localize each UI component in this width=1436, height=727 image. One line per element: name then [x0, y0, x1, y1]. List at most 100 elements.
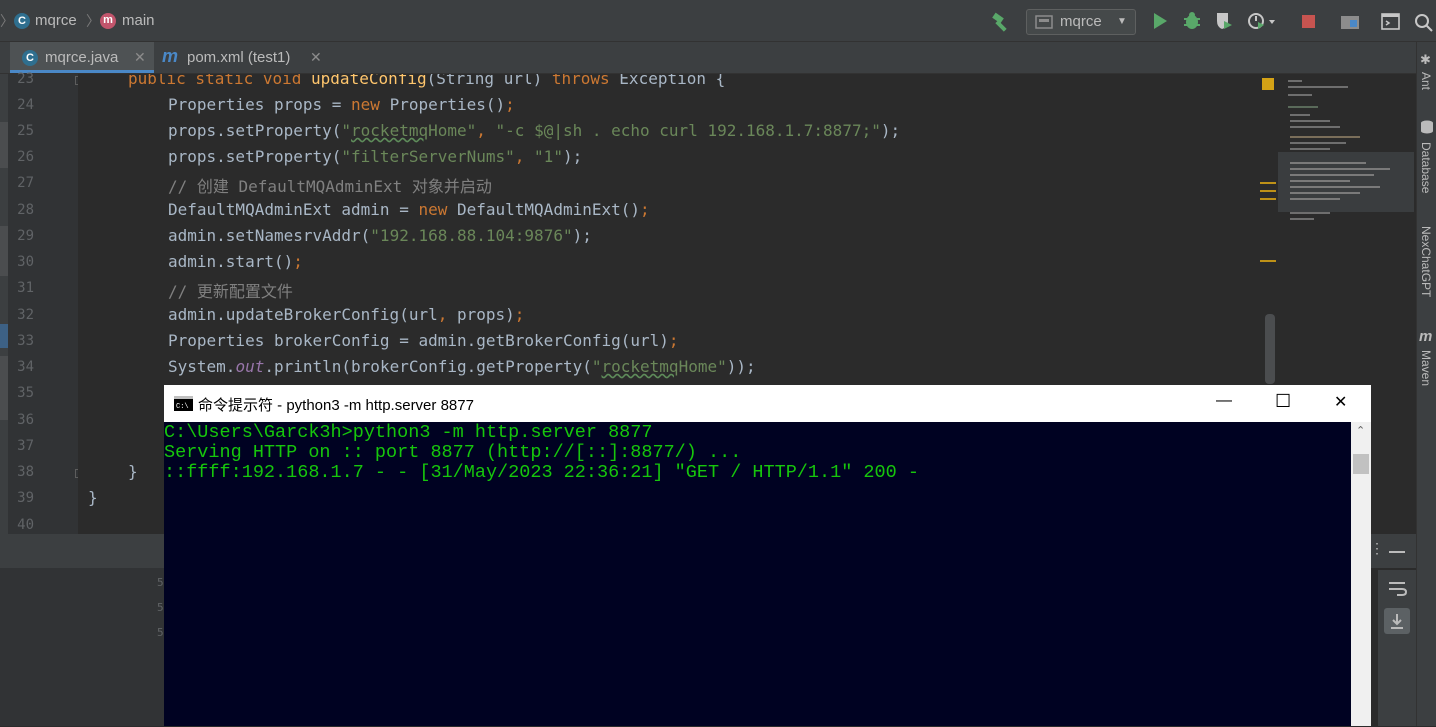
run-icon[interactable] [1152, 12, 1168, 30]
gutter-digit: 5 [157, 626, 164, 639]
navigation-bar: 〉 C mqrce 〉 m main mqrce ▼ [0, 0, 1436, 42]
code-line-34: System.out.println(brokerConfig.getPrope… [168, 357, 756, 376]
close-button[interactable]: ✕ [1334, 392, 1347, 412]
code-line-24: Properties props = new Properties(); [168, 95, 515, 114]
code-line-39: } [88, 488, 98, 507]
cmd-scrollbar-thumb[interactable] [1353, 454, 1369, 474]
debug-icon[interactable] [1182, 11, 1202, 31]
line-number: 37 [17, 438, 34, 454]
line-number: 33 [17, 333, 34, 349]
soft-wrap-icon[interactable] [1388, 580, 1408, 596]
tab-mqrce-java[interactable]: C mqrce.java ✕ [10, 42, 154, 73]
database-icon [1421, 120, 1433, 134]
breadcrumb-separator: 〉 [86, 13, 100, 29]
run-config-label: mqrce [1060, 13, 1102, 30]
gutter-digit: 5 [157, 601, 164, 614]
code-line-23: public static void updateConfig(String u… [128, 74, 726, 88]
line-number: 39 [17, 490, 34, 506]
line-numbers: 23 24 25 26 27 28 29 30 31 32 33 34 35 3… [0, 71, 78, 534]
ant-icon: ✱ [1420, 52, 1431, 67]
cmd-title-bar[interactable]: C:\ 命令提示符 - python3 -m http.server 8877 … [164, 385, 1371, 422]
maven-icon: m [1419, 328, 1433, 345]
tab-label: pom.xml (test1) [187, 49, 291, 66]
svg-text:C:\: C:\ [176, 403, 189, 411]
line-number: 36 [17, 412, 34, 428]
warning-status-icon[interactable] [1262, 78, 1274, 90]
line-number: 29 [17, 228, 34, 244]
cmd-console-output[interactable]: C:\Users\Garck3h>python3 -m http.server … [164, 422, 1351, 726]
console-line: Serving HTTP on :: port 8877 (http://[::… [164, 442, 742, 463]
maximize-button[interactable]: ☐ [1275, 391, 1291, 412]
minimize-button[interactable]: — [1216, 392, 1232, 410]
console-line: C:\Users\Garck3h>python3 -m http.server … [164, 422, 653, 443]
module-icon: C [14, 13, 30, 29]
warning-marker[interactable] [1260, 182, 1276, 184]
right-tool-window-bar: ✱ Ant Database NexChatGPT m Maven [1416, 42, 1436, 726]
terminal-icon[interactable] [1381, 13, 1401, 31]
database-tool-button[interactable]: Database [1419, 142, 1433, 193]
tab-pom-xml[interactable]: m pom.xml (test1) ✕ [158, 42, 326, 73]
minimize-icon[interactable] [1389, 551, 1405, 553]
line-number: 38 [17, 464, 34, 480]
code-line-31: // 更新配置文件 [168, 282, 293, 301]
java-class-icon: C [22, 50, 38, 66]
cmd-scrollbar[interactable]: ⌃ [1351, 422, 1371, 726]
run-config-icon [1035, 15, 1053, 29]
chevron-down-icon: ▼ [1117, 16, 1127, 27]
close-icon[interactable]: ✕ [310, 42, 322, 73]
line-number: 25 [17, 123, 34, 139]
maven-icon: m [162, 46, 179, 66]
line-number: 40 [17, 517, 34, 533]
branch-icon: m [100, 13, 116, 29]
line-number: 32 [17, 307, 34, 323]
scroll-up-icon[interactable]: ⌃ [1356, 424, 1365, 437]
line-number: 27 [17, 175, 34, 191]
warning-marker[interactable] [1260, 190, 1276, 192]
line-number: 23 [17, 71, 34, 87]
run-gutter: 5 5 5 [0, 568, 178, 726]
profile-icon[interactable] [1247, 11, 1277, 31]
warning-marker[interactable] [1260, 198, 1276, 200]
cmd-app-icon: C:\ [174, 396, 193, 411]
breadcrumb-project[interactable]: mqrce [35, 11, 77, 31]
run-side-toolbar [1378, 570, 1416, 726]
code-line-26: props.setProperty("filterServerNums", "1… [168, 147, 583, 166]
code-line-27: // 创建 DefaultMQAdminExt 对象并启动 [168, 177, 492, 196]
warning-marker[interactable] [1260, 260, 1276, 262]
line-number: 28 [17, 202, 34, 218]
cmd-window-title: 命令提示符 - python3 -m http.server 8877 [198, 397, 474, 414]
breadcrumb-separator: 〉 [0, 13, 14, 29]
close-icon[interactable]: ✕ [134, 42, 146, 73]
breadcrumb-branch[interactable]: main [122, 11, 155, 31]
scroll-to-end-icon [1391, 614, 1403, 629]
command-prompt-window[interactable]: C:\ 命令提示符 - python3 -m http.server 8877 … [164, 385, 1371, 726]
editor-tab-bar: C mqrce.java ✕ m pom.xml (test1) ✕ [0, 42, 1416, 74]
line-number: 24 [17, 97, 34, 113]
code-line-29: admin.setNamesrvAddr("192.168.88.104:987… [168, 226, 592, 245]
line-number: 34 [17, 359, 34, 375]
maven-tool-button[interactable]: Maven [1419, 350, 1433, 386]
coverage-icon[interactable] [1214, 11, 1234, 31]
code-line-32: admin.updateBrokerConfig(url, props); [168, 305, 525, 324]
code-line-33: Properties brokerConfig = admin.getBroke… [168, 331, 679, 350]
line-number: 30 [17, 254, 34, 270]
scroll-to-end-button[interactable] [1384, 608, 1410, 634]
gutter-digit: 5 [157, 576, 164, 589]
build-hammer-icon[interactable] [990, 12, 1012, 32]
line-number: 35 [17, 385, 34, 401]
search-icon[interactable] [1414, 13, 1434, 33]
minimap-viewport[interactable] [1278, 152, 1414, 212]
line-number: 31 [17, 280, 34, 296]
ant-tool-button[interactable]: Ant [1419, 72, 1433, 90]
console-line: ::ffff:192.168.1.7 - - [31/May/2023 22:3… [164, 462, 919, 483]
editor-scrollbar-thumb[interactable] [1265, 314, 1275, 384]
stop-icon[interactable] [1301, 14, 1317, 30]
code-line-25: props.setProperty("rocketmqHome", "-c $@… [168, 121, 901, 140]
nexchatgpt-tool-button[interactable]: NexChatGPT [1419, 226, 1433, 297]
code-line-30: admin.start(); [168, 252, 303, 271]
code-line-38: } [128, 462, 138, 481]
tab-label: mqrce.java [45, 49, 119, 66]
project-structure-icon[interactable] [1340, 13, 1362, 31]
more-options-icon[interactable]: ⋮ [1370, 540, 1384, 557]
run-configuration-select[interactable]: mqrce ▼ [1026, 9, 1136, 35]
